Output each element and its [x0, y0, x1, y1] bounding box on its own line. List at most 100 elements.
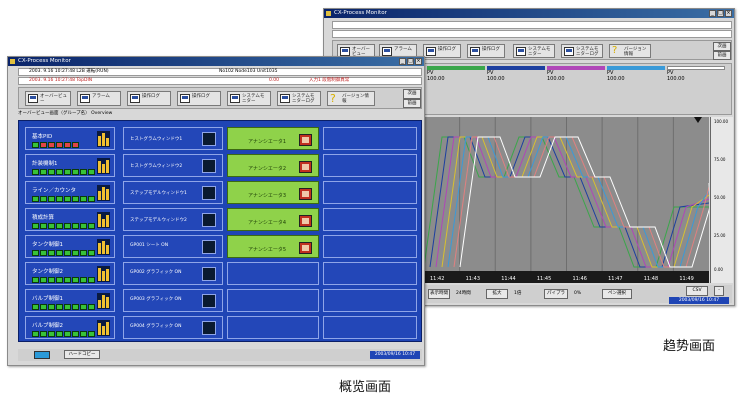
window-tile[interactable]: ステップモデルウィンドウ2 — [123, 208, 223, 231]
pipeline-button[interactable]: パイプラ — [544, 289, 568, 299]
minimize-button[interactable]: _ — [709, 10, 716, 17]
window-tile[interactable]: GP003 グラフィック ON — [123, 289, 223, 312]
pipeline-value: 0% — [574, 291, 582, 296]
alarm-message: 入力1 段階制御異常 — [309, 78, 350, 83]
pen-1[interactable]: PV 100.00 — [427, 66, 485, 110]
toolbar-sysmonlog-button[interactable]: システムモニターログ — [277, 91, 321, 106]
window-controls: _ □ × — [709, 10, 732, 17]
trend-thumbnail-icon — [202, 186, 216, 200]
group-tile[interactable]: バルブ制御2 — [25, 316, 115, 339]
window-controls: _ □ × — [399, 58, 422, 65]
prev-screen-button[interactable]: 前画 — [403, 99, 421, 108]
maximize-button[interactable]: □ — [717, 10, 724, 17]
pen-value: 100.00 — [607, 76, 625, 82]
empty-tile[interactable] — [227, 316, 319, 339]
annunciator-tile[interactable]: アナンシエータ5 — [227, 235, 319, 258]
system-monitor-icon — [516, 47, 526, 56]
overview-window-titlebar: CX-Process Monitor _ □ × — [8, 57, 424, 66]
display-time-button[interactable]: 表示時間 — [428, 289, 450, 299]
group-tile[interactable]: タンク制御1 — [25, 235, 115, 258]
toolbar-alarm-button[interactable]: アラーム — [77, 91, 121, 106]
window-tile[interactable]: ヒストグラムウィンドウ2 — [123, 154, 223, 177]
maximize-button[interactable]: □ — [407, 58, 414, 65]
csv-button[interactable]: CSV — [686, 286, 708, 296]
trend-info-row-1 — [332, 21, 732, 29]
toolbar-sysmon-button[interactable]: システムモニター — [227, 91, 271, 106]
dash-button[interactable]: - — [714, 286, 724, 296]
group-tile[interactable]: バルブ制御1 — [25, 289, 115, 312]
hardcopy-button[interactable]: ハードコピー — [64, 350, 100, 359]
empty-tile[interactable] — [227, 289, 319, 312]
time-span-value: 24時間 — [456, 291, 471, 296]
empty-tile[interactable] — [323, 289, 417, 312]
empty-tile[interactable] — [227, 262, 319, 285]
empty-tile[interactable] — [323, 262, 417, 285]
status-leds — [32, 142, 79, 148]
bar-graph-icon — [97, 293, 110, 309]
annunciator-tile[interactable]: アナンシエータ4 — [227, 208, 319, 231]
toolbar-sysmonlog-button[interactable]: システムモニターログ — [561, 44, 603, 58]
annunciator-tile[interactable]: アナンシエータ1 — [227, 127, 319, 150]
pen-5[interactable]: PV 100.00 — [667, 66, 725, 110]
breadcrumb: オーバービュー画面（グループ名） Overview — [18, 111, 113, 116]
trend-graph[interactable]: 11:42 11:43 11:44 11:45 11:46 11:47 11:48 11:49 — [424, 117, 709, 283]
group-tile[interactable]: ライン／カウンタ — [25, 181, 115, 204]
alarm-lamp-icon — [299, 161, 312, 173]
pen-2[interactable]: PV 100.00 — [487, 66, 545, 110]
empty-tile[interactable] — [323, 235, 417, 258]
close-button[interactable]: × — [725, 10, 732, 17]
time-axis-tick: 11:42 — [430, 276, 444, 282]
close-button[interactable]: × — [415, 58, 422, 65]
group-tile[interactable]: 積成計算 — [25, 208, 115, 231]
time-axis-tick: 11:49 — [679, 276, 693, 282]
info-value: 0.00 — [269, 78, 280, 83]
trend-window-title: CX-Process Monitor — [334, 10, 387, 16]
info-icon: ? — [330, 92, 336, 105]
overview-icon — [28, 94, 38, 103]
pen-value: 100.00 — [667, 76, 685, 82]
alarm-lamp-icon — [299, 134, 312, 146]
next-screen-button[interactable]: 次画 — [403, 89, 421, 99]
empty-tile[interactable] — [323, 154, 417, 177]
empty-tile[interactable] — [323, 181, 417, 204]
group-tile[interactable]: タンク制御2 — [25, 262, 115, 285]
pen-value: 100.00 — [487, 76, 505, 82]
pen-select-button[interactable]: ペン選択 — [602, 289, 632, 299]
pen-value: 100.00 — [427, 76, 445, 82]
toolbar-version-button[interactable]: ? バージョン情報 — [327, 91, 375, 106]
window-tile[interactable]: GP002 グラフィック ON — [123, 262, 223, 285]
window-tile[interactable]: ヒストグラムウィンドウ1 — [123, 127, 223, 150]
window-tile[interactable]: ステップモデルウィンドウ1 — [123, 181, 223, 204]
toolbar-oplog-button[interactable]: 操作ログ — [423, 44, 461, 58]
overview-window-title: CX-Process Monitor — [18, 58, 71, 64]
empty-tile[interactable] — [323, 316, 417, 339]
annunciator-tile[interactable]: アナンシエータ3 — [227, 181, 319, 204]
toolbar-oplog-button[interactable]: 操作ログ — [127, 91, 171, 106]
time-axis-tick: 11:47 — [608, 276, 622, 282]
window-tile[interactable]: GP004 グラフィック ON — [123, 316, 223, 339]
minimize-button[interactable]: _ — [399, 58, 406, 65]
info-icon: ? — [612, 45, 618, 56]
toolbar-version-button[interactable]: ? バージョン情報 — [609, 44, 651, 58]
status-leds — [32, 223, 95, 229]
zoom-button[interactable]: 拡大 — [486, 289, 508, 299]
y-tick: 75.00 — [714, 157, 726, 162]
pen-3[interactable]: PV 100.00 — [547, 66, 605, 110]
y-tick: 50.00 — [714, 195, 726, 200]
graphic-thumbnail-icon — [202, 294, 216, 308]
prev-screen-button[interactable]: 前画 — [713, 51, 731, 60]
group-tile[interactable]: 基本PID — [25, 127, 115, 150]
toolbar-overview-button[interactable]: オーバービュー — [25, 91, 71, 106]
toolbar-sysmon-button[interactable]: システムモニター — [513, 44, 555, 58]
toolbar-oplog2-button[interactable]: 操作ログ — [177, 91, 221, 106]
pen-4[interactable]: PV 100.00 — [607, 66, 665, 110]
next-screen-button[interactable]: 次画 — [713, 42, 731, 51]
window-tile[interactable]: GP001 シート ON — [123, 235, 223, 258]
status-leds — [32, 169, 95, 175]
empty-tile[interactable] — [323, 127, 417, 150]
annunciator-tile[interactable]: アナンシエータ2 — [227, 154, 319, 177]
empty-tile[interactable] — [323, 208, 417, 231]
group-tile[interactable]: 計装機制1 — [25, 154, 115, 177]
toolbar-oplog2-button[interactable]: 操作ログ — [467, 44, 505, 58]
bar-graph-icon — [97, 320, 110, 336]
